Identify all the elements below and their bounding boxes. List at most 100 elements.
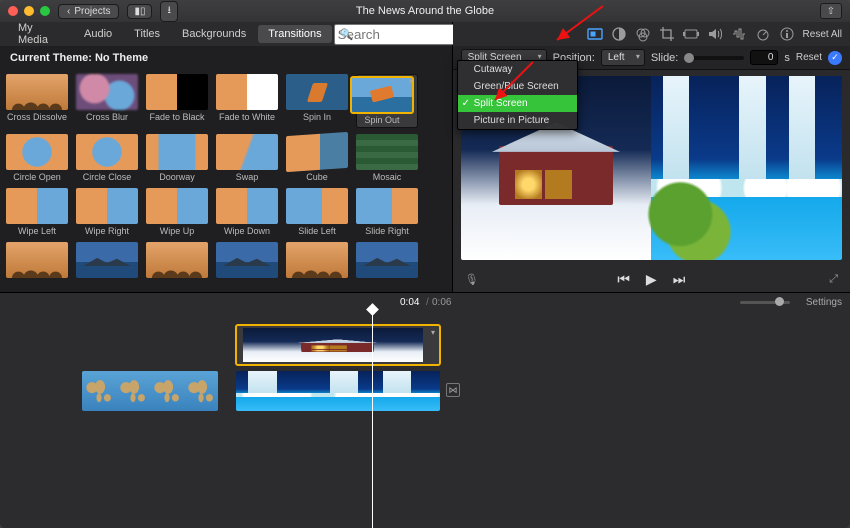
- position-select[interactable]: Left: [601, 49, 645, 66]
- transition-label: Slide Left: [298, 226, 336, 236]
- overlay-menu-item[interactable]: Picture in Picture: [458, 112, 577, 129]
- speed-icon[interactable]: [755, 26, 771, 42]
- transition-thumb[interactable]: Fade to White: [216, 74, 278, 128]
- transition-preview: [216, 134, 278, 170]
- transition-label: Slide Right: [365, 226, 409, 236]
- reset-button[interactable]: Reset: [796, 52, 822, 63]
- transition-preview: [286, 74, 348, 110]
- tab-backgrounds[interactable]: Backgrounds: [172, 25, 256, 43]
- transition-thumb[interactable]: [76, 242, 138, 280]
- tab-titles[interactable]: Titles: [124, 25, 170, 43]
- window-controls: [8, 6, 50, 16]
- tab-audio[interactable]: Audio: [74, 25, 122, 43]
- slide-unit: s: [784, 52, 790, 64]
- apply-check-icon[interactable]: ✓: [828, 51, 842, 65]
- share-icon: ⇧: [827, 6, 835, 17]
- transition-preview: [6, 134, 68, 170]
- transition-thumb[interactable]: Slide Right: [356, 188, 418, 236]
- transition-preview: [351, 77, 413, 113]
- transition-preview: [286, 242, 348, 278]
- transition-label: Wipe Right: [85, 226, 129, 236]
- fullscreen-icon[interactable]: ⤢: [829, 273, 838, 286]
- transition-thumb[interactable]: Slide Left: [286, 188, 348, 236]
- transition-thumb[interactable]: Spin In: [286, 74, 348, 128]
- tab-my-media[interactable]: My Media: [8, 19, 72, 49]
- download-icon: ⭳: [167, 3, 171, 20]
- overlay-menu-item[interactable]: Green/Blue Screen: [458, 78, 577, 95]
- voiceover-icon[interactable]: 🎙: [465, 273, 479, 286]
- import-button[interactable]: ⭳: [160, 1, 178, 22]
- overlay-menu-item[interactable]: Split Screen: [458, 95, 577, 112]
- transition-thumb[interactable]: [6, 242, 68, 280]
- play-button[interactable]: ▶: [646, 271, 657, 288]
- inspector-toolbar: Reset All: [453, 22, 850, 46]
- transition-thumb[interactable]: Wipe Right: [76, 188, 138, 236]
- primary-clip[interactable]: [236, 371, 440, 411]
- transition-preview: [6, 188, 68, 224]
- tab-transitions[interactable]: Transitions: [258, 25, 331, 43]
- next-button[interactable]: ⏭: [673, 271, 686, 288]
- transition-label: Cube: [306, 172, 328, 182]
- playhead-time: 0:04: [400, 297, 419, 308]
- transition-thumb[interactable]: Spin Out: [356, 74, 418, 128]
- stabilize-icon[interactable]: [683, 26, 699, 42]
- transition-thumb[interactable]: [146, 242, 208, 280]
- transition-preview: [356, 242, 418, 278]
- transition-label: Wipe Down: [224, 226, 270, 236]
- overlay-menu-item[interactable]: Cutaway: [458, 61, 577, 78]
- playhead[interactable]: [372, 311, 373, 528]
- transition-thumb[interactable]: Wipe Left: [6, 188, 68, 236]
- transition-preview: [6, 242, 68, 278]
- transition-thumb[interactable]: Doorway: [146, 134, 208, 182]
- transition-label: Circle Open: [13, 172, 61, 182]
- transition-thumb[interactable]: Fade to Black: [146, 74, 208, 128]
- crop-icon[interactable]: [659, 26, 675, 42]
- reset-all-button[interactable]: Reset All: [803, 29, 842, 40]
- transition-thumb[interactable]: [356, 242, 418, 280]
- color-correction-icon[interactable]: [635, 26, 651, 42]
- transition-thumb[interactable]: Swap: [216, 134, 278, 182]
- timeline-panel: 0:04 / 0:06 Settings: [0, 292, 850, 528]
- transition-well-icon[interactable]: ⋈: [446, 383, 460, 397]
- close-window-button[interactable]: [8, 6, 18, 16]
- connected-clip[interactable]: [236, 325, 440, 365]
- timeline-settings-button[interactable]: Settings: [806, 297, 842, 308]
- transition-preview: [76, 74, 138, 110]
- timeline-zoom-slider[interactable]: [740, 301, 790, 304]
- transition-thumb[interactable]: [216, 242, 278, 280]
- transition-preview: [216, 242, 278, 278]
- slide-value-field[interactable]: 0: [750, 50, 778, 65]
- timeline[interactable]: ⋈: [0, 311, 850, 528]
- transition-thumb[interactable]: Circle Close: [76, 134, 138, 182]
- transition-preview: [76, 134, 138, 170]
- primary-clip[interactable]: [82, 371, 218, 411]
- transition-label: Doorway: [159, 172, 195, 182]
- transition-preview: [76, 188, 138, 224]
- transition-thumb[interactable]: Mosaic: [356, 134, 418, 182]
- prev-button[interactable]: ⏮: [617, 271, 630, 288]
- transition-thumb[interactable]: Wipe Down: [216, 188, 278, 236]
- color-balance-icon[interactable]: [611, 26, 627, 42]
- transition-label: Spin Out: [364, 115, 399, 125]
- overlay-settings-icon[interactable]: [587, 26, 603, 42]
- transition-label: Fade to White: [219, 112, 275, 122]
- share-button[interactable]: ⇧: [820, 3, 842, 19]
- titlebar: ‹ Projects ▮▯ ⭳ The News Around the Glob…: [0, 0, 850, 22]
- noise-reduction-icon[interactable]: [731, 26, 747, 42]
- zoom-window-button[interactable]: [40, 6, 50, 16]
- back-to-projects-button[interactable]: ‹ Projects: [58, 4, 119, 19]
- slide-slider[interactable]: [684, 56, 744, 60]
- transition-preview: [286, 132, 348, 172]
- transition-thumb[interactable]: Cross Blur: [76, 74, 138, 128]
- transition-preview: [356, 134, 418, 170]
- info-icon[interactable]: [779, 26, 795, 42]
- transition-thumb[interactable]: Cube: [286, 134, 348, 182]
- sidebar-icon: ▮▯: [134, 6, 145, 17]
- volume-icon[interactable]: [707, 26, 723, 42]
- transition-thumb[interactable]: Wipe Up: [146, 188, 208, 236]
- library-toggle-button[interactable]: ▮▯: [127, 4, 152, 19]
- transition-thumb[interactable]: Cross Dissolve: [6, 74, 68, 128]
- transition-thumb[interactable]: Circle Open: [6, 134, 68, 182]
- transition-thumb[interactable]: [286, 242, 348, 280]
- minimize-window-button[interactable]: [24, 6, 34, 16]
